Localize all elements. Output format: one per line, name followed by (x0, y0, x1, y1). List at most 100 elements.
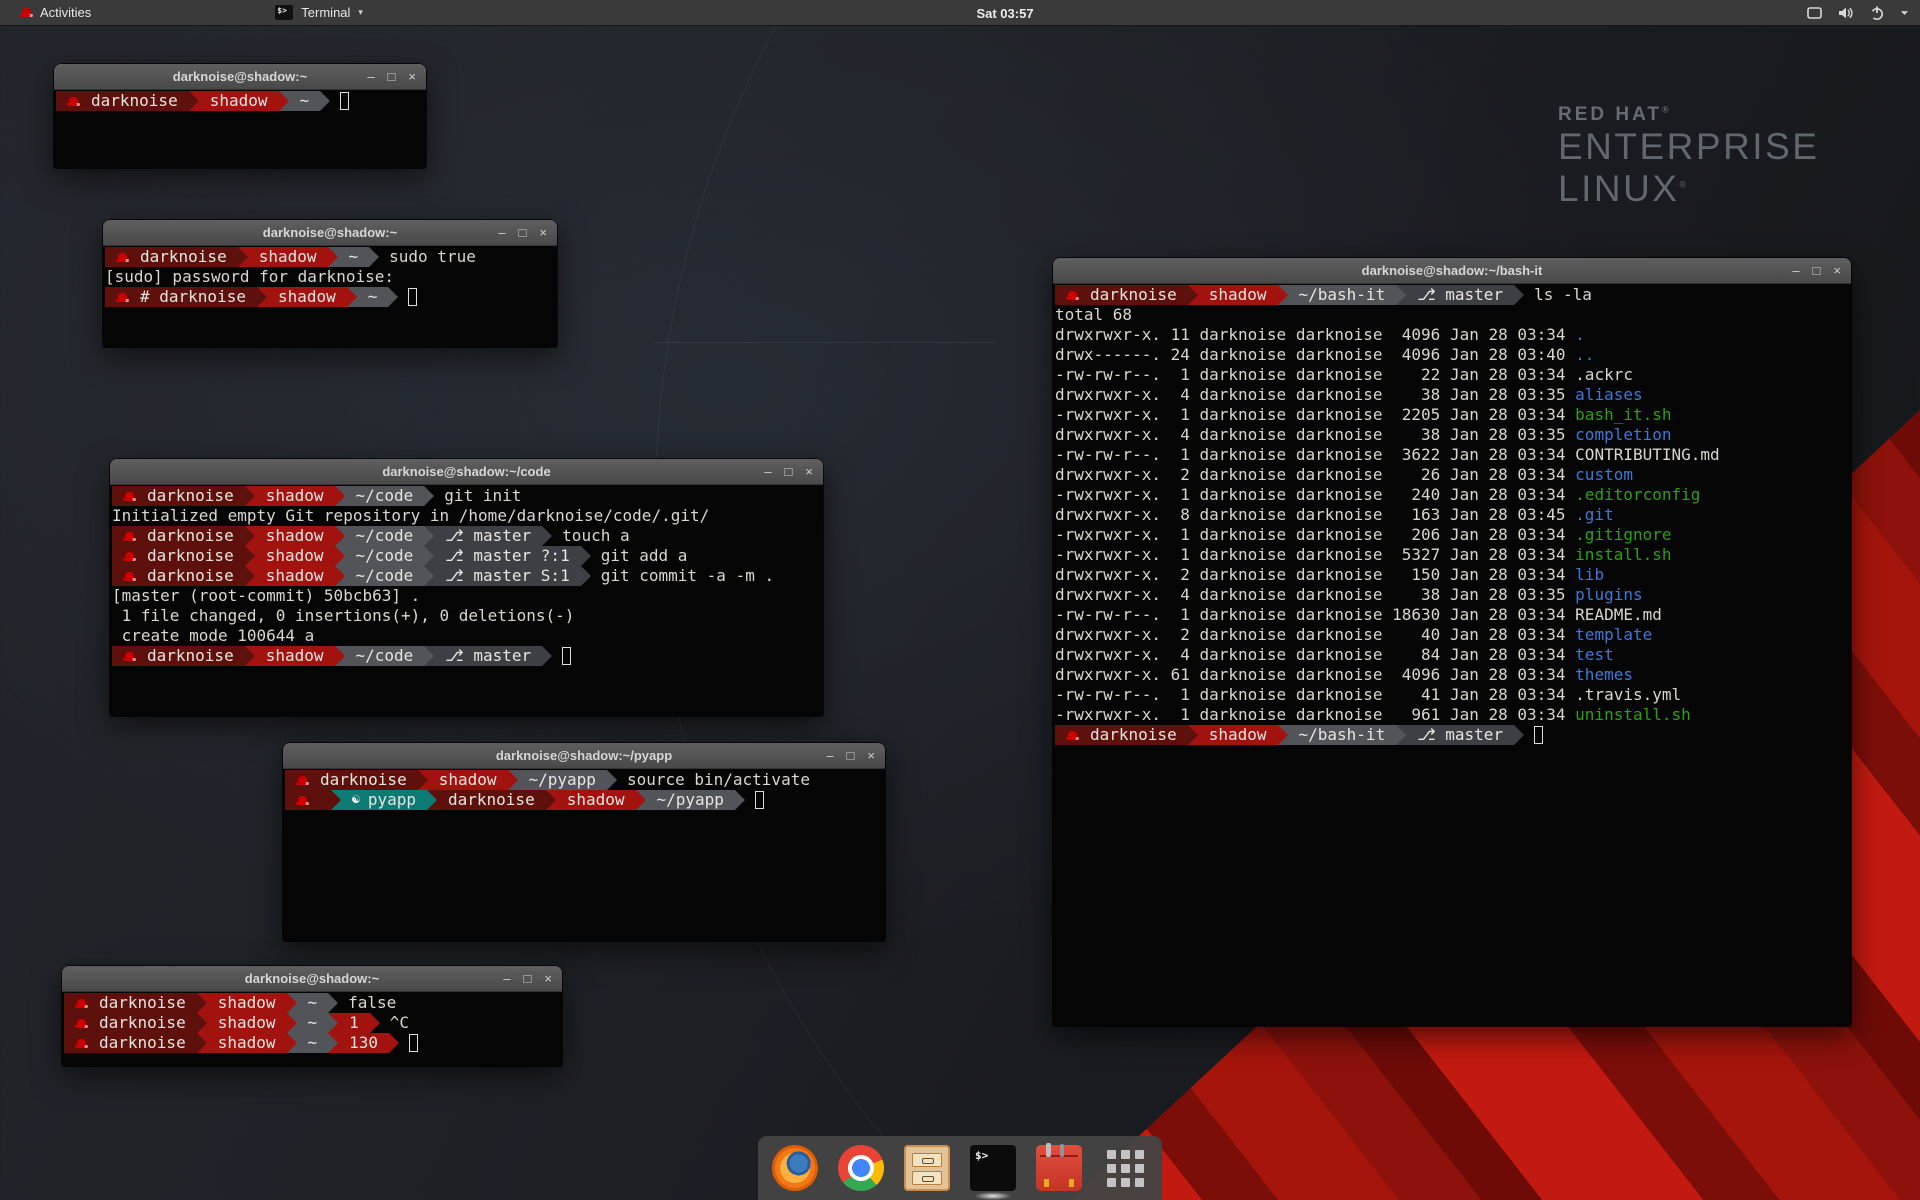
terminal-screen[interactable]: darknoiseshadow~sudo true[sudo] password… (103, 246, 557, 347)
prompt-segment: shadow (255, 566, 335, 586)
minimize-button[interactable]: – (826, 749, 833, 762)
ls-fields: drwxrwxr-x. 4 darknoise darknoise 38 Jan… (1055, 585, 1575, 604)
window-titlebar[interactable]: darknoise@shadow:~/pyapp –□× (283, 743, 885, 769)
redhat-icon (20, 8, 33, 17)
prompt-segment: shadow (1198, 285, 1278, 305)
prompt-segment: ~ (338, 247, 370, 267)
dock-item-terminal[interactable]: $> (970, 1145, 1016, 1191)
powerline-arrow (424, 526, 434, 546)
prompt-segment: shadow (556, 790, 636, 810)
prompt-line: darknoiseshadow~false (64, 993, 560, 1013)
command-text: source bin/activate (617, 770, 810, 790)
ls-fields: drwxrwxr-x. 4 darknoise darknoise 38 Jan… (1055, 385, 1575, 404)
maximize-button[interactable]: □ (1813, 264, 1821, 277)
terminal-screen[interactable]: darknoiseshadow~/bash-it⎇ masterls -lato… (1053, 284, 1851, 1026)
terminal-screen[interactable]: darknoiseshadow~/pyappsource bin/activat… (283, 769, 885, 941)
close-button[interactable]: × (539, 226, 547, 239)
powerline-arrow (279, 91, 289, 111)
ls-filename: . (1575, 325, 1585, 344)
prompt-line: darknoiseshadow~ (56, 91, 424, 111)
powerline-arrow (542, 646, 552, 666)
output-line: [master (root-commit) 50bcb63] . (112, 586, 821, 606)
prompt-segment: ~ (297, 1033, 329, 1053)
terminal-screen[interactable]: darknoiseshadow~ (54, 90, 426, 168)
minimize-button[interactable]: – (367, 70, 374, 83)
prompt-segment: ⎇ master S:1 (434, 566, 580, 586)
command-text: git init (434, 486, 521, 506)
terminal-window-code: darknoise@shadow:~/code –□× darknoisesha… (110, 459, 823, 716)
ls-fields: -rwxrwxr-x. 1 darknoise darknoise 5327 J… (1055, 545, 1575, 564)
prompt-segment: ~/code (345, 566, 425, 586)
powerline-arrow (245, 566, 255, 586)
minimize-button[interactable]: – (503, 972, 510, 985)
powerline-arrow (1188, 285, 1198, 305)
ls-fields: -rwxrwxr-x. 1 darknoise darknoise 206 Ja… (1055, 525, 1575, 544)
ls-filename: .. (1575, 345, 1594, 364)
close-button[interactable]: × (1833, 264, 1841, 277)
output-line: [sudo] password for darknoise: (105, 267, 555, 287)
system-status-area[interactable] (1806, 0, 1910, 26)
maximize-button[interactable]: □ (785, 465, 793, 478)
prompt-segment: darknoise (64, 1033, 197, 1053)
prompt-segment (285, 790, 331, 810)
window-titlebar[interactable]: darknoise@shadow:~ –□× (62, 966, 562, 992)
clock[interactable]: Sat 03:57 (976, 0, 1033, 26)
minimize-button[interactable]: – (1792, 264, 1799, 277)
powerline-arrow (335, 526, 345, 546)
close-button[interactable]: × (867, 749, 875, 762)
app-menu-button[interactable]: $> Terminal ▾ (267, 0, 371, 25)
maximize-button[interactable]: □ (847, 749, 855, 762)
ls-filename: CONTRIBUTING.md (1575, 445, 1720, 464)
powerline-arrow (1514, 285, 1524, 305)
prompt-segment: # darknoise (105, 287, 257, 307)
prompt-segment: darknoise (285, 770, 418, 790)
window-titlebar[interactable]: darknoise@shadow:~/code –□× (110, 459, 823, 485)
dock-item-firefox[interactable] (772, 1145, 818, 1191)
powerline-arrow (388, 287, 398, 307)
dock-item-chrome[interactable] (838, 1145, 884, 1191)
dock-item-app-grid[interactable] (1102, 1145, 1148, 1191)
maximize-button[interactable]: □ (388, 70, 396, 83)
ls-filename: uninstall.sh (1575, 705, 1691, 724)
top-bar: Activities $> Terminal ▾ Sat 03:57 (0, 0, 1920, 26)
close-button[interactable]: × (805, 465, 813, 478)
minimize-button[interactable]: – (498, 226, 505, 239)
powerline-arrow (424, 646, 434, 666)
output-line: 1 file changed, 0 insertions(+), 0 delet… (112, 606, 821, 626)
prompt-segment: shadow (1198, 725, 1278, 745)
dock-item-toolbox[interactable] (1036, 1145, 1082, 1191)
powerline-arrow (347, 287, 357, 307)
prompt-line: darknoiseshadow~1^C (64, 1013, 560, 1033)
command-text: sudo true (379, 247, 476, 267)
maximize-button[interactable]: □ (524, 972, 532, 985)
close-button[interactable]: × (544, 972, 552, 985)
minimize-button[interactable]: – (764, 465, 771, 478)
prompt-segment: ☯pyapp (341, 790, 427, 810)
prompt-line: darknoiseshadow~/code⎇ master S:1git com… (112, 566, 821, 586)
display-icon (1806, 5, 1823, 21)
desktop: { "topbar": { "activities_label": "Activ… (0, 0, 1920, 1200)
powerline-arrow (197, 993, 207, 1013)
window-titlebar[interactable]: darknoise@shadow:~ –□× (103, 220, 557, 246)
window-titlebar[interactable]: darknoise@shadow:~ –□× (54, 64, 426, 90)
powerline-arrow (335, 546, 345, 566)
redhat-icon (75, 999, 88, 1008)
prompt-line: darknoiseshadow~/code⎇ mastertouch a (112, 526, 821, 546)
window-titlebar[interactable]: darknoise@shadow:~/bash-it –□× (1053, 258, 1851, 284)
terminal-screen[interactable]: darknoiseshadow~falsedarknoiseshadow~1^C… (62, 992, 562, 1066)
ls-fields: drwxrwxr-x. 4 darknoise darknoise 38 Jan… (1055, 425, 1575, 444)
activities-button[interactable]: Activities (14, 0, 97, 25)
command-text: touch a (552, 526, 629, 546)
redhat-icon (123, 532, 136, 541)
maximize-button[interactable]: □ (519, 226, 527, 239)
ls-fields: -rw-rw-r--. 1 darknoise darknoise 22 Jan… (1055, 365, 1575, 384)
ls-filename: plugins (1575, 585, 1642, 604)
rhel-brand-logo: RED HAT® ENTERPRISE LINUX® (1558, 104, 1819, 210)
ls-filename: completion (1575, 425, 1671, 444)
latch-icon (1069, 1179, 1074, 1187)
close-button[interactable]: × (408, 70, 416, 83)
terminal-screen[interactable]: darknoiseshadow~/codegit initInitialized… (110, 485, 823, 716)
prompt-segment: darknoise (64, 1013, 197, 1033)
powerline-arrow (328, 1033, 338, 1053)
dock-item-files[interactable] (904, 1145, 950, 1191)
